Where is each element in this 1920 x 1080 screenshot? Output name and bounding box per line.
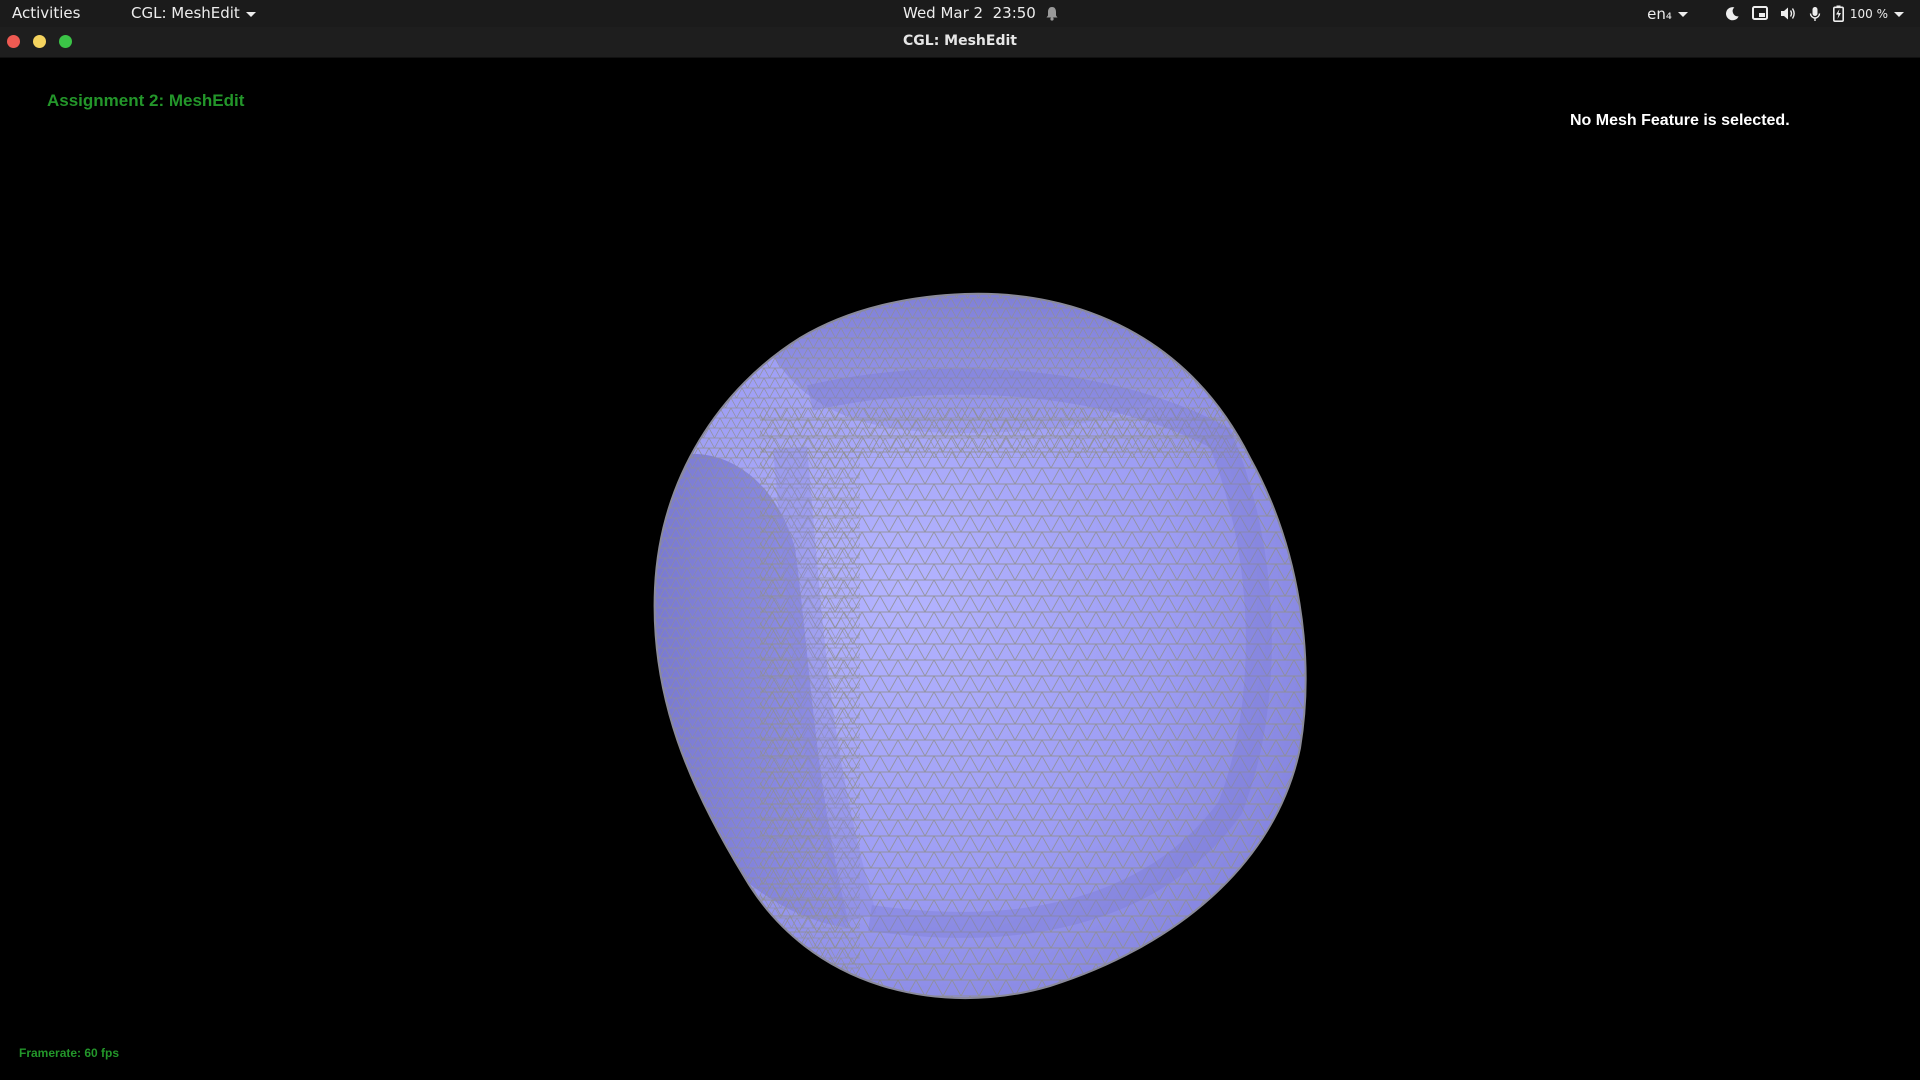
chevron-down-icon [245,11,256,17]
system-tray[interactable]: en₄ 100 % [1647,0,1904,27]
assignment-title: Assignment 2: MeshEdit [47,91,245,110]
night-light-icon [1725,7,1739,21]
chevron-down-icon [1677,12,1688,17]
app-menu[interactable]: CGL: MeshEdit [131,4,256,22]
volume-icon [1780,7,1795,20]
mesh-viewport[interactable]: Assignment 2: MeshEdit No Mesh Feature i… [0,58,1920,1080]
system-top-bar: Activities CGL: MeshEdit Wed Mar 2 23:50… [0,0,1920,27]
battery-percentage: 100 % [1849,6,1888,21]
selection-status: No Mesh Feature is selected. [1570,112,1790,129]
keyboard-layout-label: en₄ [1647,4,1672,23]
battery-indicator[interactable]: 100 % [1832,5,1904,22]
window-titlebar[interactable]: CGL: MeshEdit [0,27,1920,58]
bell-icon [1046,6,1058,21]
chevron-down-icon [1894,12,1904,17]
clock-button[interactable]: Wed Mar 2 23:50 [903,4,1059,22]
framerate-label: Framerate: 60 fps [19,1046,120,1060]
subdivided-cube-mesh[interactable] [610,228,1330,1008]
app-menu-label: CGL: MeshEdit [131,4,240,22]
clock-label: Wed Mar 2 23:50 [903,4,1036,22]
keyboard-layout-button[interactable]: en₄ [1647,5,1688,23]
window-title: CGL: MeshEdit [903,33,1017,49]
screen-share-icon [1751,6,1768,20]
microphone-icon [1809,6,1821,21]
activities-button[interactable]: Activities [12,4,80,22]
battery-charging-icon [1832,5,1844,22]
